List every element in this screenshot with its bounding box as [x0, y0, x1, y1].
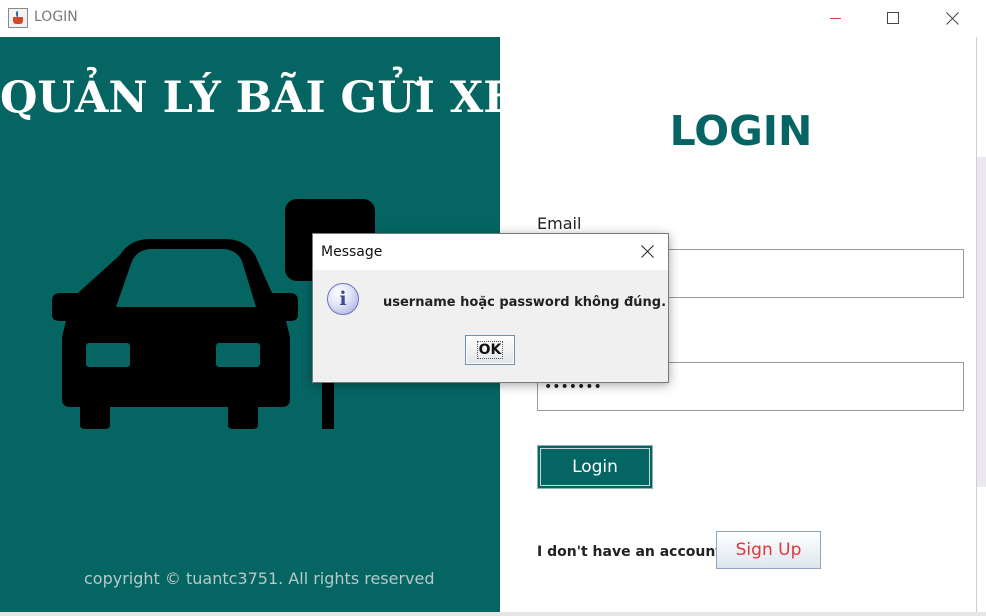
- close-button[interactable]: [930, 0, 976, 36]
- no-account-label: I don't have an account: [537, 544, 723, 560]
- dialog-title-bar: Message: [313, 234, 668, 270]
- maximize-icon: [887, 12, 899, 24]
- close-icon: [946, 11, 960, 25]
- title-bar: LOGIN: [0, 0, 986, 37]
- login-button[interactable]: Login: [537, 445, 653, 489]
- dialog-message: username hoặc password không đúng.: [383, 295, 667, 310]
- signup-button[interactable]: Sign Up: [716, 531, 821, 569]
- maximize-button[interactable]: [870, 0, 916, 36]
- email-label: Email: [537, 214, 582, 233]
- info-icon: i: [327, 283, 359, 315]
- dialog-close-icon[interactable]: [636, 240, 660, 264]
- taskbar-edge: [0, 612, 986, 616]
- java-cup-icon: [8, 8, 28, 28]
- ok-button-label: OK: [476, 341, 504, 359]
- brand-title: QUẢN LÝ BÃI GỬI XE: [0, 73, 500, 123]
- message-dialog: Message i username hoặc password không đ…: [312, 233, 669, 383]
- login-heading: LOGIN: [669, 107, 813, 155]
- minimize-button[interactable]: [812, 0, 858, 36]
- login-window: LOGIN QUẢN LÝ BÃI GỬI XE copyright © tua…: [0, 0, 986, 616]
- ok-button[interactable]: OK: [465, 335, 515, 365]
- copyright-text: copyright © tuantc3751. All rights reser…: [84, 569, 435, 588]
- dialog-title: Message: [321, 244, 383, 260]
- window-title: LOGIN: [34, 9, 78, 25]
- minimize-icon: [829, 17, 841, 19]
- background-window-edge: [976, 37, 986, 616]
